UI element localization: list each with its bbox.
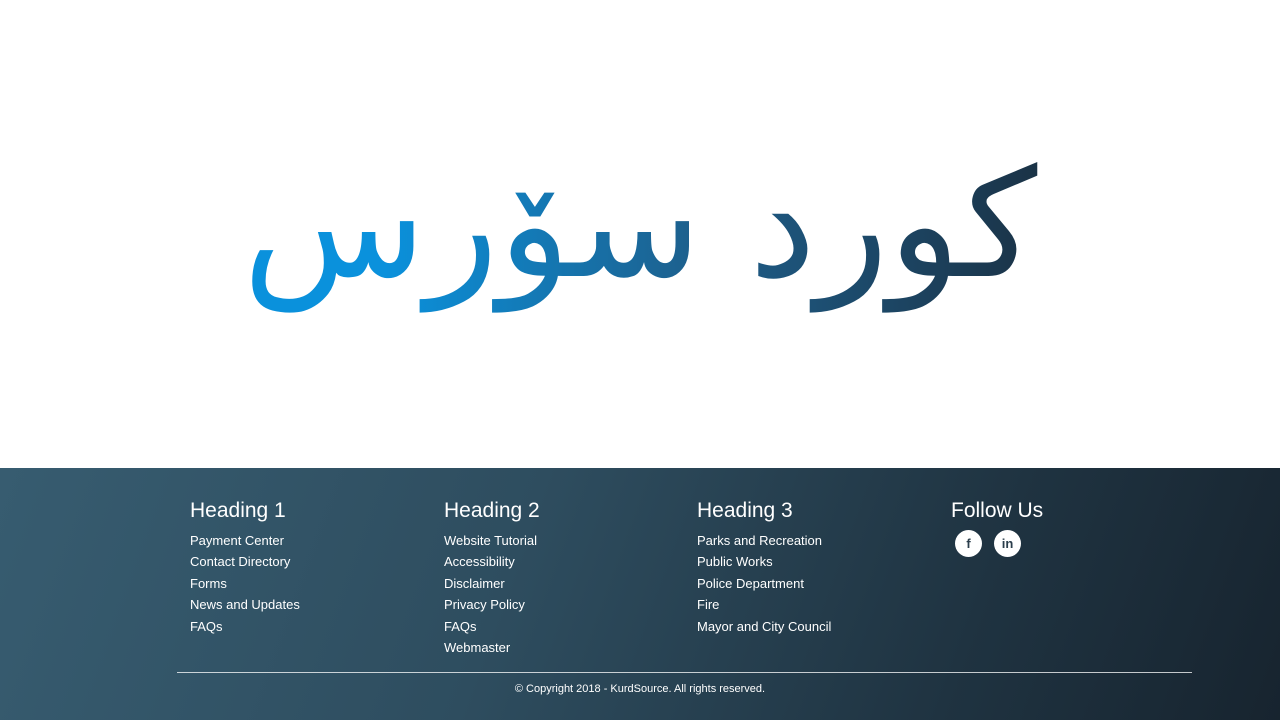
footer-link-forms[interactable]: Forms [190, 576, 227, 591]
list-item: Contact Directory [190, 551, 430, 572]
hero-section: كورد سۆرس [0, 0, 1280, 468]
footer-link-contact-directory[interactable]: Contact Directory [190, 554, 290, 569]
footer-link-mayor-and-city-council[interactable]: Mayor and City Council [697, 619, 831, 634]
footer-links-2: Website Tutorial Accessibility Disclaime… [444, 530, 684, 658]
list-item: Fire [697, 594, 937, 615]
list-item: Payment Center [190, 530, 430, 551]
site-logo-text: كورد سۆرس [0, 110, 1280, 340]
list-item: Forms [190, 573, 430, 594]
list-item: Parks and Recreation [697, 530, 937, 551]
footer-link-payment-center[interactable]: Payment Center [190, 533, 284, 548]
footer-link-disclaimer[interactable]: Disclaimer [444, 576, 505, 591]
footer-heading-1: Heading 1 [190, 499, 286, 522]
footer-link-privacy-policy[interactable]: Privacy Policy [444, 597, 525, 612]
footer-column-3: Heading 3 Parks and Recreation Public Wo… [697, 496, 937, 637]
footer-link-faqs[interactable]: FAQs [190, 619, 223, 634]
footer-links-1: Payment Center Contact Directory Forms N… [190, 530, 430, 637]
list-item: Police Department [697, 573, 937, 594]
linkedin-icon[interactable]: in [994, 530, 1021, 557]
list-item: Mayor and City Council [697, 616, 937, 637]
footer-link-faqs-2[interactable]: FAQs [444, 619, 477, 634]
footer-link-accessibility[interactable]: Accessibility [444, 554, 515, 569]
list-item: FAQs [444, 616, 684, 637]
footer-links-3: Parks and Recreation Public Works Police… [697, 530, 937, 637]
list-item: Accessibility [444, 551, 684, 572]
list-item: Disclaimer [444, 573, 684, 594]
list-item: Privacy Policy [444, 594, 684, 615]
footer-link-fire[interactable]: Fire [697, 597, 719, 612]
footer-link-parks-and-recreation[interactable]: Parks and Recreation [697, 533, 822, 548]
footer-heading-3: Heading 3 [697, 499, 793, 522]
footer-divider [177, 672, 1192, 673]
footer-link-news-and-updates[interactable]: News and Updates [190, 597, 300, 612]
footer-link-public-works[interactable]: Public Works [697, 554, 773, 569]
facebook-icon[interactable]: f [955, 530, 982, 557]
list-item: News and Updates [190, 594, 430, 615]
follow-us-heading: Follow Us [951, 499, 1044, 522]
footer-column-2: Heading 2 Website Tutorial Accessibility… [444, 496, 684, 658]
social-links: f in [951, 530, 1191, 557]
footer-link-police-department[interactable]: Police Department [697, 576, 804, 591]
footer-link-webmaster[interactable]: Webmaster [444, 640, 510, 655]
footer-column-follow: Follow Us f in [951, 496, 1191, 557]
footer-column-1: Heading 1 Payment Center Contact Directo… [190, 496, 430, 637]
list-item: FAQs [190, 616, 430, 637]
copyright-text: © Copyright 2018 - KurdSource. All right… [514, 683, 766, 695]
list-item: Webmaster [444, 637, 684, 658]
footer-heading-2: Heading 2 [444, 499, 540, 522]
site-footer: Heading 1 Payment Center Contact Directo… [0, 468, 1280, 720]
list-item: Public Works [697, 551, 937, 572]
footer-link-website-tutorial[interactable]: Website Tutorial [444, 533, 537, 548]
list-item: Website Tutorial [444, 530, 684, 551]
